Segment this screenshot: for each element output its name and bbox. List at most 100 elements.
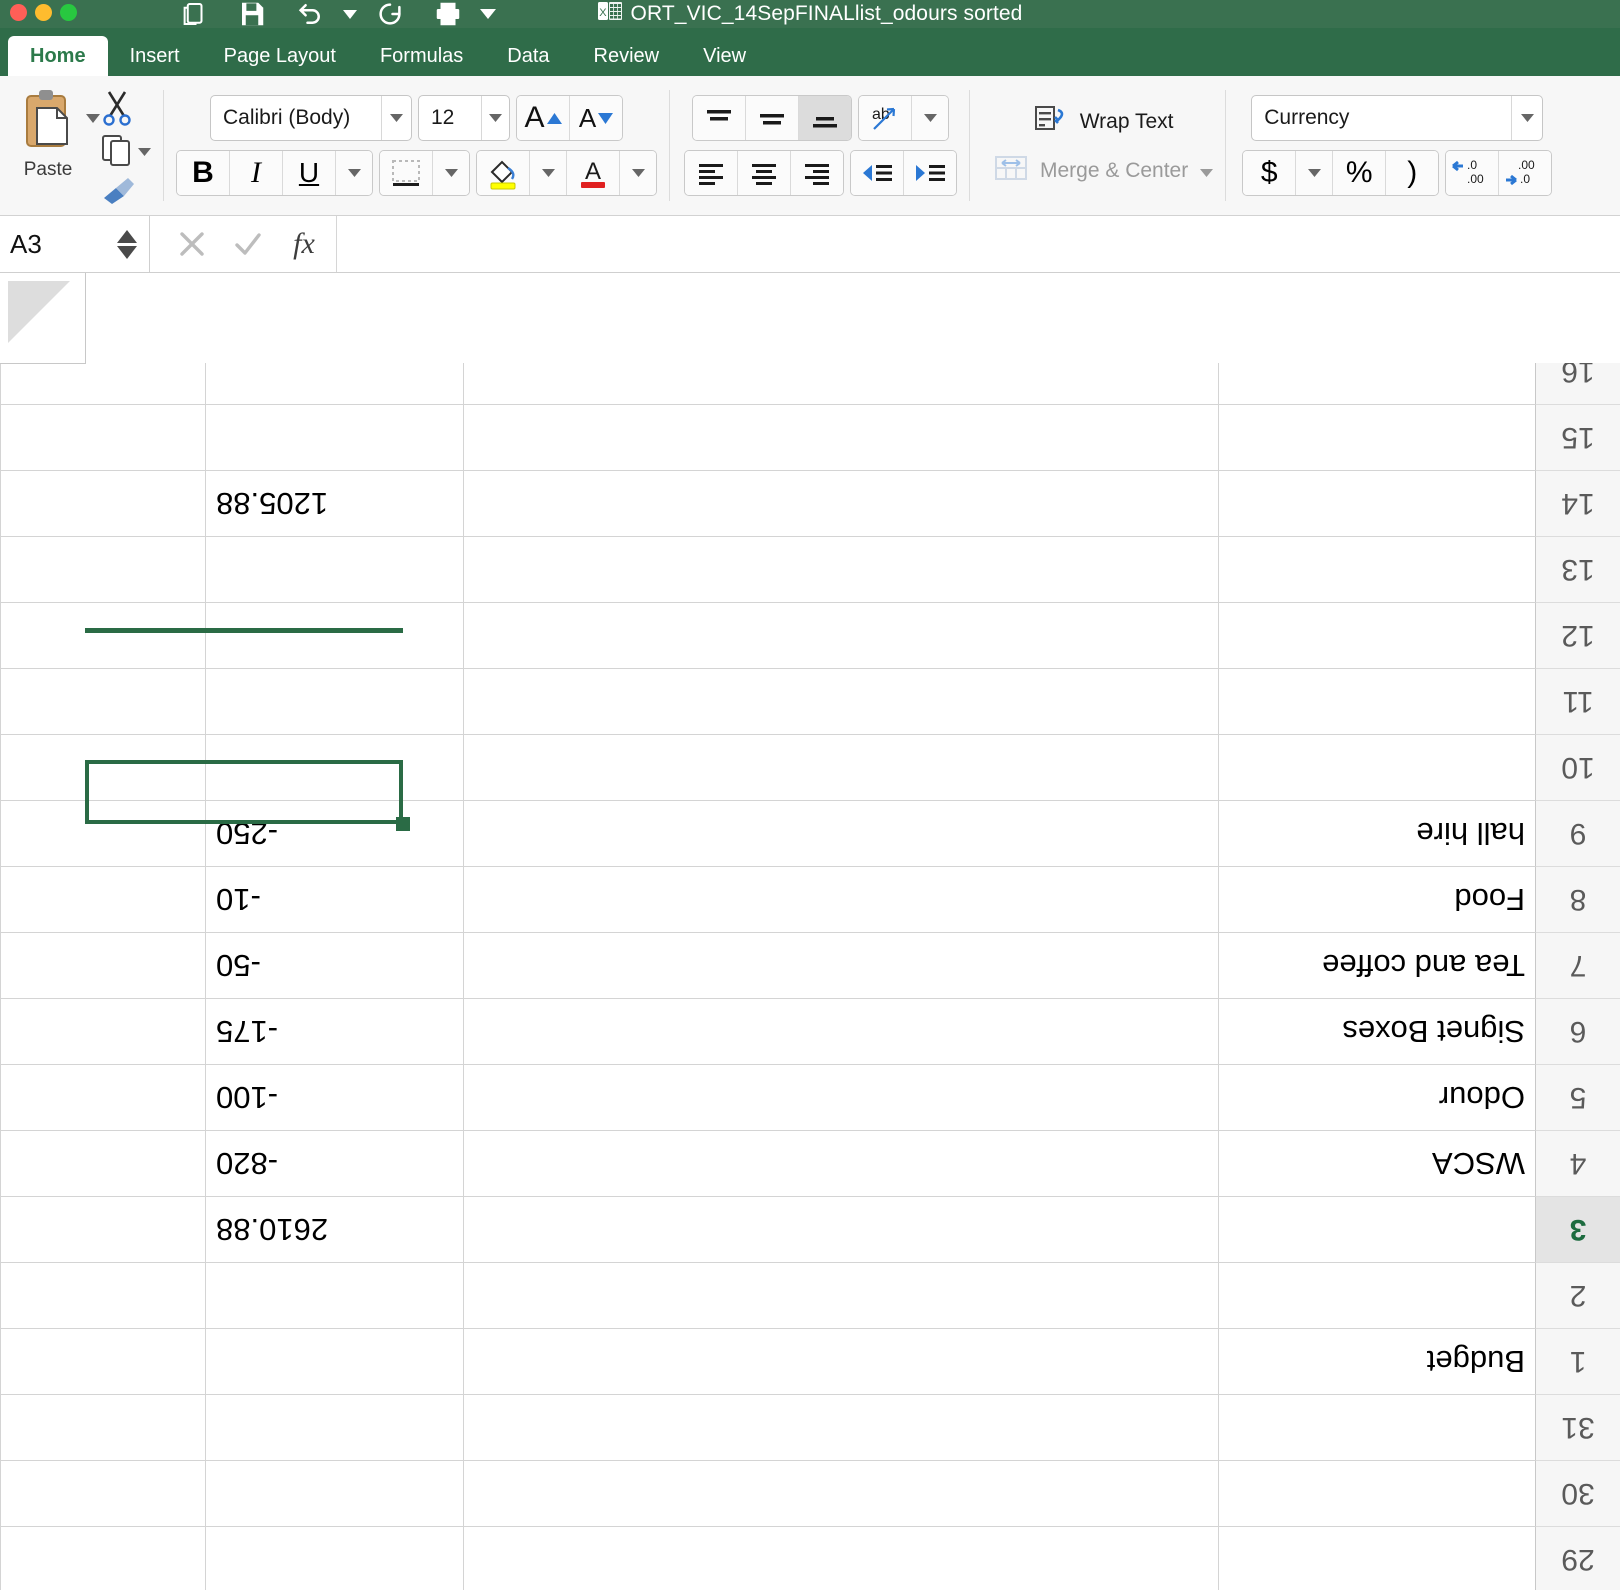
minimize-window-button[interactable] — [35, 4, 52, 21]
decrease-indent-button[interactable] — [851, 151, 904, 195]
decrease-decimal-button[interactable]: .00 .0 — [1499, 151, 1552, 195]
table-row[interactable]: 5 Odour -100 — [0, 1064, 1620, 1130]
comma-format-button[interactable]: ) — [1386, 151, 1439, 195]
customize-toolbar-icon[interactable] — [477, 0, 499, 34]
row-header[interactable]: 11 — [1535, 668, 1620, 734]
text-orientation-dropdown-icon[interactable] — [912, 96, 948, 140]
grid-cell[interactable] — [205, 1394, 463, 1460]
align-bottom-button[interactable] — [799, 96, 851, 140]
grid-cell[interactable] — [205, 536, 463, 602]
italic-button[interactable]: I — [230, 151, 283, 195]
table-row[interactable]: 3 2610.88 — [0, 1196, 1620, 1262]
grid-cell[interactable] — [0, 1394, 205, 1460]
paste-dropdown-icon[interactable] — [86, 110, 100, 128]
tab-review[interactable]: Review — [572, 36, 682, 76]
grid-cell[interactable] — [1218, 536, 1535, 602]
merge-center-button[interactable]: Merge & Center — [994, 154, 1214, 188]
grid-cell[interactable] — [1218, 1460, 1535, 1526]
table-row[interactable]: 7 Tea and coffee -50 — [0, 932, 1620, 998]
merge-center-dropdown-icon[interactable] — [1200, 159, 1214, 183]
row-header[interactable]: 4 — [1535, 1130, 1620, 1196]
grid-cell[interactable] — [0, 470, 205, 536]
row-header[interactable]: 6 — [1535, 998, 1620, 1064]
grid-cell[interactable] — [0, 536, 205, 602]
table-row[interactable]: 29 — [0, 1526, 1620, 1590]
bold-button[interactable]: B — [177, 151, 230, 195]
currency-format-button[interactable]: $ — [1243, 151, 1297, 195]
text-orientation-button[interactable]: ab — [859, 96, 912, 140]
grid-cell[interactable] — [0, 1064, 205, 1130]
grid-cell[interactable] — [463, 1262, 1218, 1328]
grid-cell[interactable] — [0, 602, 205, 668]
new-from-template-icon[interactable] — [165, 0, 223, 34]
grid-cell[interactable] — [463, 536, 1218, 602]
grid-cell[interactable] — [463, 602, 1218, 668]
table-row[interactable]: 30 — [0, 1460, 1620, 1526]
decrease-font-size-button[interactable]: A — [570, 96, 622, 140]
name-box[interactable]: A3 — [0, 216, 150, 272]
cut-icon[interactable] — [100, 90, 134, 131]
grid-cell[interactable] — [0, 1328, 205, 1394]
paste-button[interactable]: Paste — [12, 86, 84, 181]
row-header[interactable]: 13 — [1535, 536, 1620, 602]
grid-cell[interactable] — [1218, 668, 1535, 734]
fill-handle[interactable] — [396, 817, 410, 831]
grid-cell[interactable]: -250 — [205, 800, 463, 866]
worksheet-area[interactable]: 29 30 31 1 Budget 2 3 2610.88 4 WSCA -820 5 Odour -10… — [0, 273, 1620, 1590]
grid-cell[interactable]: -175 — [205, 998, 463, 1064]
grid-cell[interactable] — [1218, 602, 1535, 668]
table-row[interactable]: 1 Budget — [0, 1328, 1620, 1394]
tab-data[interactable]: Data — [485, 36, 571, 76]
grid-cell[interactable] — [463, 734, 1218, 800]
chevron-down-icon[interactable] — [1512, 114, 1542, 122]
quick-access-toolbar[interactable] — [165, 0, 499, 34]
tab-page-layout[interactable]: Page Layout — [202, 36, 358, 76]
grid-cell[interactable] — [1218, 1526, 1535, 1590]
formula-input[interactable] — [336, 216, 1620, 272]
grid-cell[interactable] — [463, 1196, 1218, 1262]
grid-cell[interactable] — [205, 1526, 463, 1590]
grid-cell[interactable] — [205, 1328, 463, 1394]
grid-cell[interactable]: 1205.88 — [205, 470, 463, 536]
table-row[interactable]: 6 Signet Boxes -175 — [0, 998, 1620, 1064]
grid-cell[interactable] — [463, 1328, 1218, 1394]
grid-cell[interactable] — [1218, 470, 1535, 536]
fill-color-dropdown-icon[interactable] — [530, 151, 567, 195]
save-icon[interactable] — [223, 0, 281, 34]
grid-cell[interactable] — [1218, 1196, 1535, 1262]
underline-button[interactable]: U — [283, 151, 336, 195]
font-color-dropdown-icon[interactable] — [620, 151, 656, 195]
align-left-button[interactable] — [685, 151, 738, 195]
table-row[interactable]: 4 WSCA -820 — [0, 1130, 1620, 1196]
grid-cell[interactable] — [463, 470, 1218, 536]
row-header[interactable]: 15 — [1535, 404, 1620, 470]
table-row[interactable]: 11 — [0, 668, 1620, 734]
number-format-select[interactable]: Currency — [1251, 95, 1544, 141]
grid-cell[interactable] — [0, 404, 205, 470]
grid-cell[interactable] — [0, 866, 205, 932]
grid-cell[interactable] — [0, 1196, 205, 1262]
row-header[interactable]: 2 — [1535, 1262, 1620, 1328]
row-header[interactable]: 14 — [1535, 470, 1620, 536]
align-center-button[interactable] — [738, 151, 791, 195]
grid-cell[interactable]: -10 — [205, 866, 463, 932]
grid-cell[interactable] — [463, 1526, 1218, 1590]
chevron-down-icon[interactable] — [482, 114, 509, 122]
table-row[interactable]: 9 hall hire -250 — [0, 800, 1620, 866]
increase-indent-button[interactable] — [904, 151, 956, 195]
redo-icon[interactable] — [361, 0, 419, 34]
table-row[interactable]: 14 1205.88 — [0, 470, 1620, 536]
align-right-button[interactable] — [791, 151, 843, 195]
grid-cell[interactable] — [463, 668, 1218, 734]
increase-decimal-button[interactable]: .0 .00 — [1446, 151, 1500, 195]
grid-cell[interactable] — [463, 932, 1218, 998]
tab-insert[interactable]: Insert — [108, 36, 202, 76]
grid-cell[interactable]: -50 — [205, 932, 463, 998]
grid-cell[interactable] — [463, 404, 1218, 470]
grid-cell[interactable] — [205, 602, 463, 668]
font-color-button[interactable]: A — [567, 151, 620, 195]
percent-format-button[interactable]: % — [1333, 151, 1387, 195]
row-header[interactable]: 9 — [1535, 800, 1620, 866]
grid-cell[interactable]: -820 — [205, 1130, 463, 1196]
name-box-spinner[interactable] — [117, 229, 149, 259]
